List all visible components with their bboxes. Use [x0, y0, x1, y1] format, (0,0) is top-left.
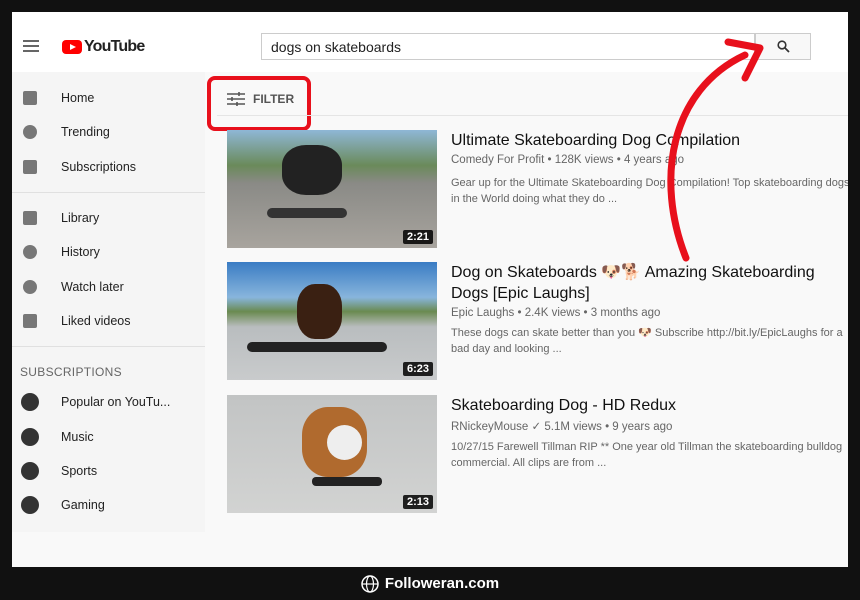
video-thumbnail[interactable]: 2:21 [227, 130, 437, 248]
sidebar-item-trending[interactable]: Trending [12, 115, 205, 149]
video-description: Gear up for the Ultimate Skateboarding D… [451, 177, 848, 205]
video-title[interactable]: Ultimate Skateboarding Dog Compilation [451, 130, 848, 151]
menu-icon[interactable] [23, 40, 39, 55]
home-icon [23, 91, 37, 106]
channel-avatar [21, 393, 39, 412]
subscription-sports[interactable]: Sports [12, 454, 205, 488]
video-thumbnail[interactable]: 2:13 [227, 395, 437, 513]
gaming-icon [21, 496, 39, 515]
channel-name[interactable]: Comedy For Profit [451, 154, 544, 166]
music-icon [21, 427, 39, 446]
play-icon [62, 40, 82, 54]
header: YouTube dogs on skateboards [12, 12, 848, 72]
channel-name[interactable]: Epic Laughs [451, 307, 514, 319]
video-meta: 5.1M views • 9 years ago [541, 421, 673, 433]
video-meta: • 128K views • 4 years ago [544, 154, 685, 166]
subscription-gaming[interactable]: Gaming [12, 488, 205, 522]
search-input[interactable]: dogs on skateboards [261, 33, 755, 60]
subscriptions-icon [23, 159, 37, 174]
video-description: 10/27/15 Farewell Tillman RIP ** One yea… [451, 441, 843, 469]
fire-icon [23, 125, 37, 140]
sidebar-item-home[interactable]: Home [12, 81, 205, 115]
sports-icon [21, 461, 39, 480]
folder-icon [23, 211, 37, 226]
sidebar-item-library[interactable]: Library [12, 201, 205, 235]
subscriptions-heading: SUBSCRIPTIONS [20, 365, 122, 380]
subscription-music[interactable]: Music [12, 419, 205, 453]
sidebar-item-history[interactable]: History [12, 235, 205, 269]
video-thumbnail[interactable]: 6:23 [227, 262, 437, 380]
browser-screen: YouTube dogs on skateboards Home Trendin… [12, 12, 848, 567]
annotation-highlight-box [207, 76, 311, 131]
subscription-popular[interactable]: Popular on YouTu... [12, 385, 205, 419]
search-icon [776, 40, 790, 53]
search-button[interactable] [755, 33, 811, 60]
divider [217, 115, 848, 116]
video-title[interactable]: Dog on Skateboards 🐶🐕 Amazing Skateboard… [451, 262, 848, 304]
watermark: Followeran.com [0, 567, 860, 600]
sidebar-item-subscriptions[interactable]: Subscriptions [12, 150, 205, 184]
video-meta: • 2.4K views • 3 months ago [514, 307, 661, 319]
video-title[interactable]: Skateboarding Dog - HD Redux [451, 395, 848, 416]
youtube-logo[interactable]: YouTube [62, 38, 145, 56]
channel-name[interactable]: RNickeyMouse ✓ [451, 421, 541, 433]
globe-icon [361, 574, 379, 593]
sidebar-item-liked-videos[interactable]: Liked videos [12, 304, 205, 338]
sidebar: Home Trending Subscriptions Library Hist… [12, 72, 205, 532]
clock-icon [23, 279, 37, 294]
divider [12, 346, 205, 348]
history-icon [23, 245, 37, 260]
sidebar-item-watch-later[interactable]: Watch later [12, 269, 205, 303]
video-description: These dogs can skate better than you 🐶 S… [451, 327, 843, 355]
thumbs-up-icon [23, 313, 37, 328]
divider [12, 191, 205, 193]
